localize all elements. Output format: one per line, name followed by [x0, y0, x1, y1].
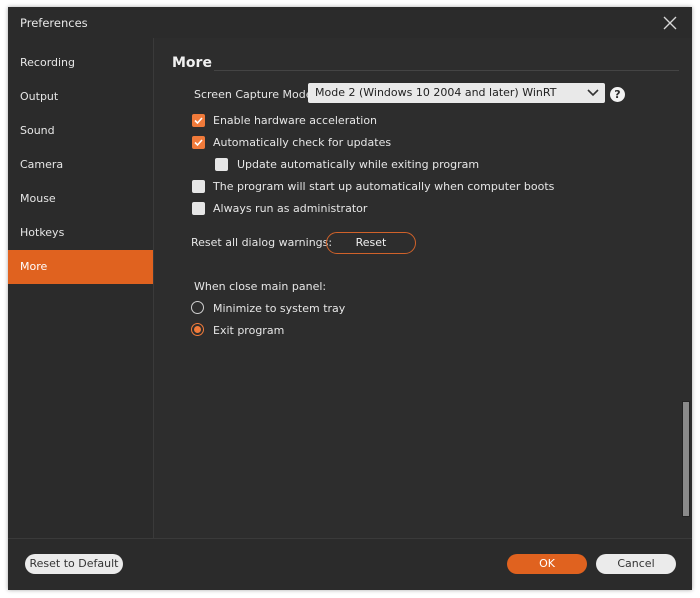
sidebar-item-sound[interactable]: Sound [8, 114, 153, 148]
auto-update-on-exit-label: Update automatically while exiting progr… [237, 158, 480, 171]
close-icon [663, 16, 677, 30]
sidebar-item-mouse[interactable]: Mouse [8, 182, 153, 216]
hardware-acceleration-label: Enable hardware acceleration [213, 114, 378, 127]
sidebar: Recording Output Sound Camera Mouse Hotk… [8, 38, 154, 538]
run-as-admin-label: Always run as administrator [213, 202, 368, 215]
reset-warnings-button[interactable]: Reset [326, 232, 416, 254]
run-as-admin-checkbox[interactable] [192, 202, 205, 215]
footer: Reset to Default OK Cancel [8, 538, 692, 590]
sidebar-item-output[interactable]: Output [8, 80, 153, 114]
sidebar-item-more[interactable]: More [8, 250, 153, 284]
close-panel-label: When close main panel: [194, 280, 327, 293]
preferences-dialog: Preferences Recording Output Sound Camer… [8, 7, 692, 590]
auto-update-on-exit-checkbox[interactable] [215, 158, 228, 171]
checkmark-icon [194, 139, 203, 147]
close-button[interactable] [660, 13, 680, 33]
exit-program-label: Exit program [213, 324, 285, 337]
startup-on-boot-label: The program will start up automatically … [213, 180, 555, 193]
check-updates-checkbox[interactable] [192, 136, 205, 149]
title-bar: Preferences [8, 7, 692, 38]
sidebar-item-camera[interactable]: Camera [8, 148, 153, 182]
checkmark-icon [194, 117, 203, 125]
cancel-button[interactable]: Cancel [596, 554, 676, 574]
startup-on-boot-checkbox[interactable] [192, 180, 205, 193]
content-panel: More Screen Capture Mode: Mode 2 (Window… [154, 38, 692, 538]
hardware-acceleration-checkbox[interactable] [192, 114, 205, 127]
ok-button[interactable]: OK [507, 554, 587, 574]
chevron-down-icon [587, 89, 599, 97]
check-updates-label: Automatically check for updates [213, 136, 392, 149]
scrollbar-thumb[interactable] [682, 401, 690, 517]
section-title: More [172, 55, 212, 71]
capture-mode-select[interactable]: Mode 2 (Windows 10 2004 and later) WinRT [308, 83, 605, 103]
sidebar-item-recording[interactable]: Recording [8, 46, 153, 80]
sidebar-item-hotkeys[interactable]: Hotkeys [8, 216, 153, 250]
help-icon[interactable]: ? [610, 87, 625, 102]
scrollbar[interactable] [681, 38, 691, 538]
dialog-title: Preferences [20, 16, 88, 30]
reset-warnings-label: Reset all dialog warnings: [191, 236, 333, 249]
section-divider [214, 70, 679, 71]
minimize-to-tray-label: Minimize to system tray [213, 302, 346, 315]
capture-mode-label: Screen Capture Mode: [194, 88, 317, 101]
capture-mode-value: Mode 2 (Windows 10 2004 and later) WinRT [315, 86, 557, 99]
reset-to-default-button[interactable]: Reset to Default [25, 554, 123, 574]
minimize-to-tray-radio[interactable] [191, 301, 204, 314]
exit-program-radio[interactable] [191, 323, 204, 336]
